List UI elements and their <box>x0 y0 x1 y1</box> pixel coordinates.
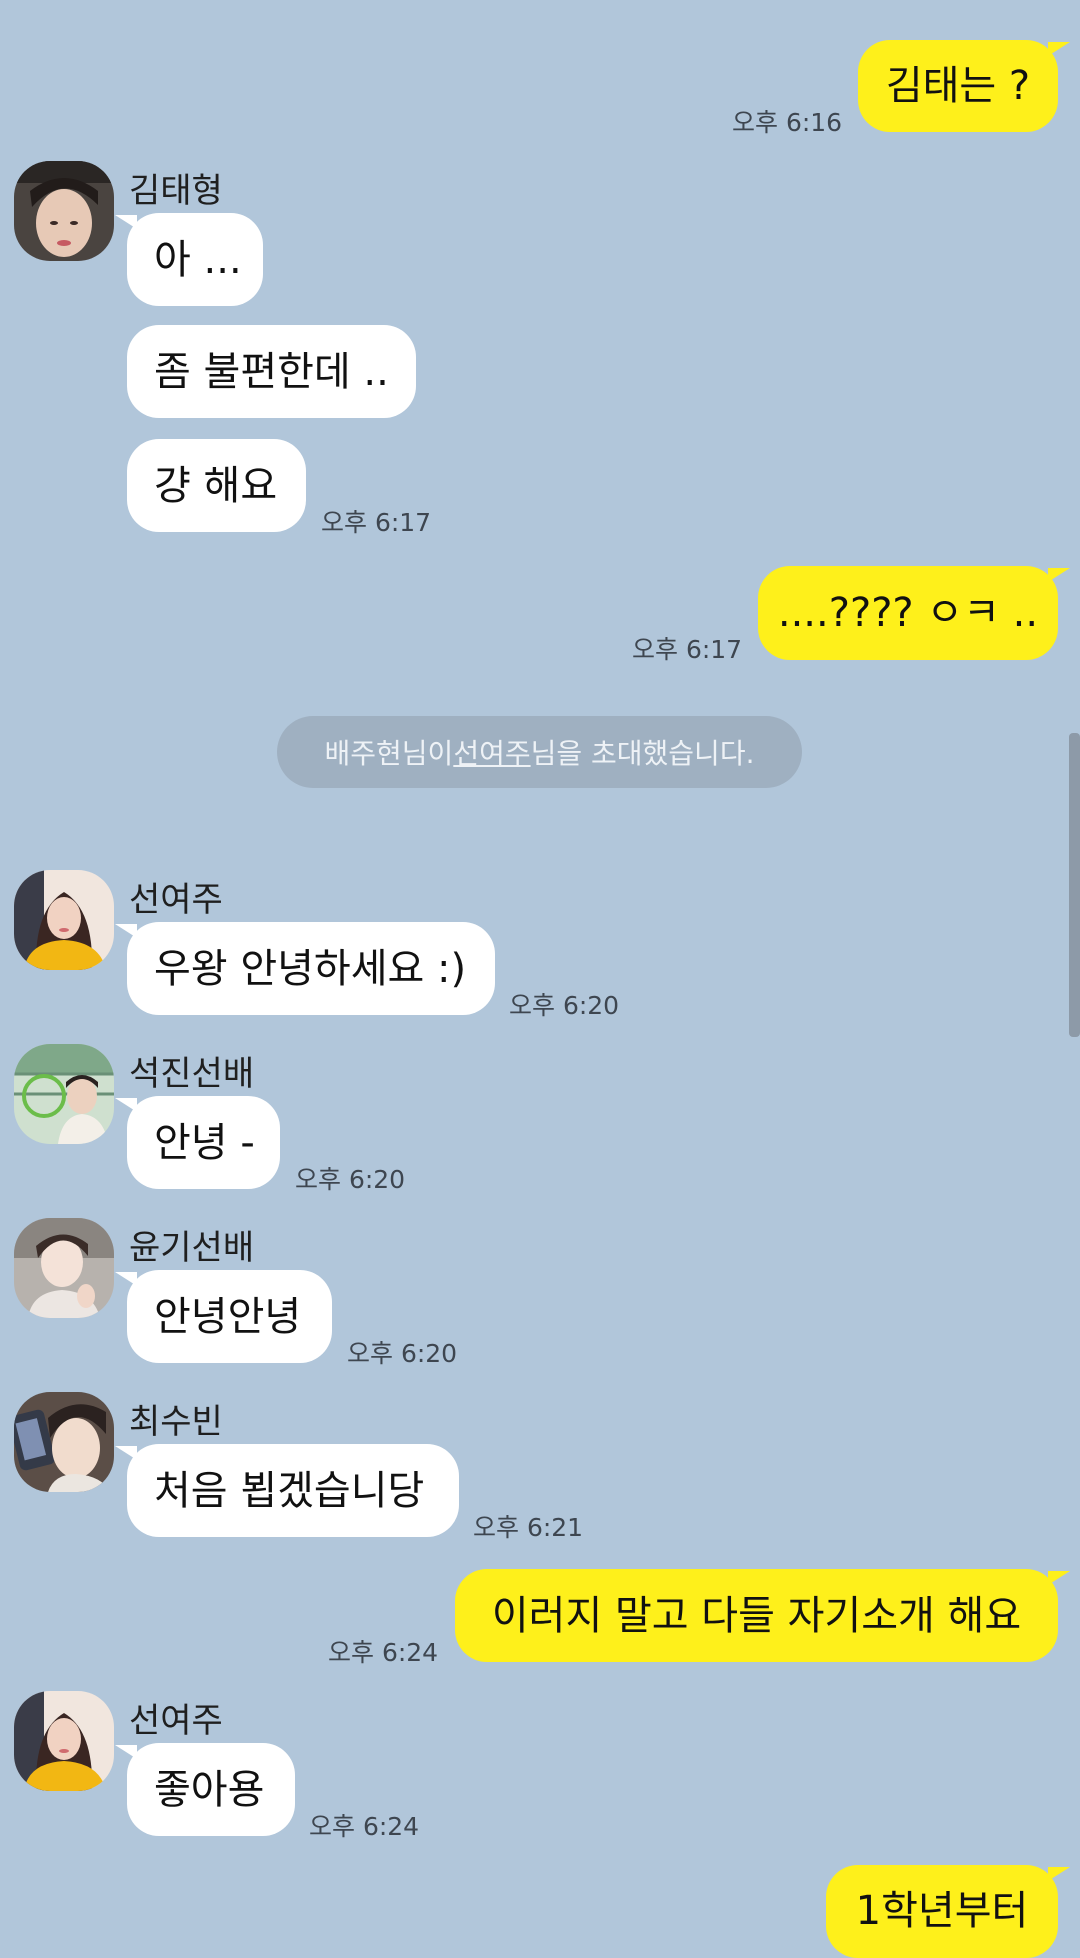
message-bubble-sent[interactable]: 김태는 ? <box>858 40 1070 132</box>
message-bubble-received[interactable]: 걍 해요 <box>127 439 306 532</box>
avatar-seokjin[interactable] <box>14 1044 114 1144</box>
sender-name: 윤기선배 <box>129 1228 255 1268</box>
message-time: 오후 6:24 <box>328 1638 439 1667</box>
message-time: 오후 6:20 <box>509 991 620 1020</box>
chat-area: 김태는 ? 오후 6:16 김태형 아 ... 좀 불편한데 .. 걍 해요 오… <box>0 0 1080 1958</box>
message-time: 오후 6:24 <box>309 1812 420 1841</box>
message-time: 오후 6:20 <box>295 1165 406 1194</box>
sender-name: 선여주 <box>129 1701 223 1741</box>
message-bubble-received[interactable]: 좀 불편한데 .. <box>127 325 416 418</box>
system-notice-text: 배주현님이 <box>324 737 454 770</box>
system-notice-text: 님을 초대했습니다. <box>530 737 755 770</box>
message-time: 오후 6:21 <box>473 1513 584 1542</box>
message-time: 오후 6:16 <box>732 108 843 137</box>
system-notice: 배주현님이 선여주 님을 초대했습니다. <box>277 716 802 788</box>
message-bubble-received[interactable]: 안녕안녕 <box>115 1270 332 1363</box>
avatar-yeoju[interactable] <box>14 870 114 970</box>
invited-user-link[interactable]: 선여주 <box>453 732 530 772</box>
message-bubble-received[interactable]: 우왕 안녕하세요 :) <box>115 922 495 1015</box>
message-time: 오후 6:20 <box>347 1339 458 1368</box>
sender-name: 최수빈 <box>129 1402 223 1442</box>
avatar-taehyung[interactable] <box>14 161 114 261</box>
avatar-yeoju[interactable] <box>14 1691 114 1791</box>
message-bubble-sent[interactable]: 이러지 말고 다들 자기소개 해요 <box>455 1569 1070 1662</box>
avatar-yoongi[interactable] <box>14 1218 114 1318</box>
message-bubble-received[interactable]: 안녕 - <box>115 1096 280 1189</box>
sender-name: 석진선배 <box>129 1054 255 1094</box>
sender-name: 선여주 <box>129 880 223 920</box>
message-time: 오후 6:17 <box>632 635 743 664</box>
message-bubble-received[interactable]: 아 ... <box>115 213 263 306</box>
scrollbar[interactable] <box>1069 733 1080 1037</box>
message-bubble-sent[interactable]: 1학년부터 <box>826 1865 1070 1958</box>
message-bubble-received[interactable]: 처음 뵙겠습니당 <box>115 1444 459 1537</box>
message-bubble-sent[interactable]: ....???? ㅇㅋ .. <box>758 566 1070 660</box>
message-bubble-received[interactable]: 좋아용 <box>115 1743 295 1836</box>
message-time: 오후 6:17 <box>321 508 432 537</box>
sender-name: 김태형 <box>129 171 223 211</box>
avatar-soobin[interactable] <box>14 1392 114 1492</box>
